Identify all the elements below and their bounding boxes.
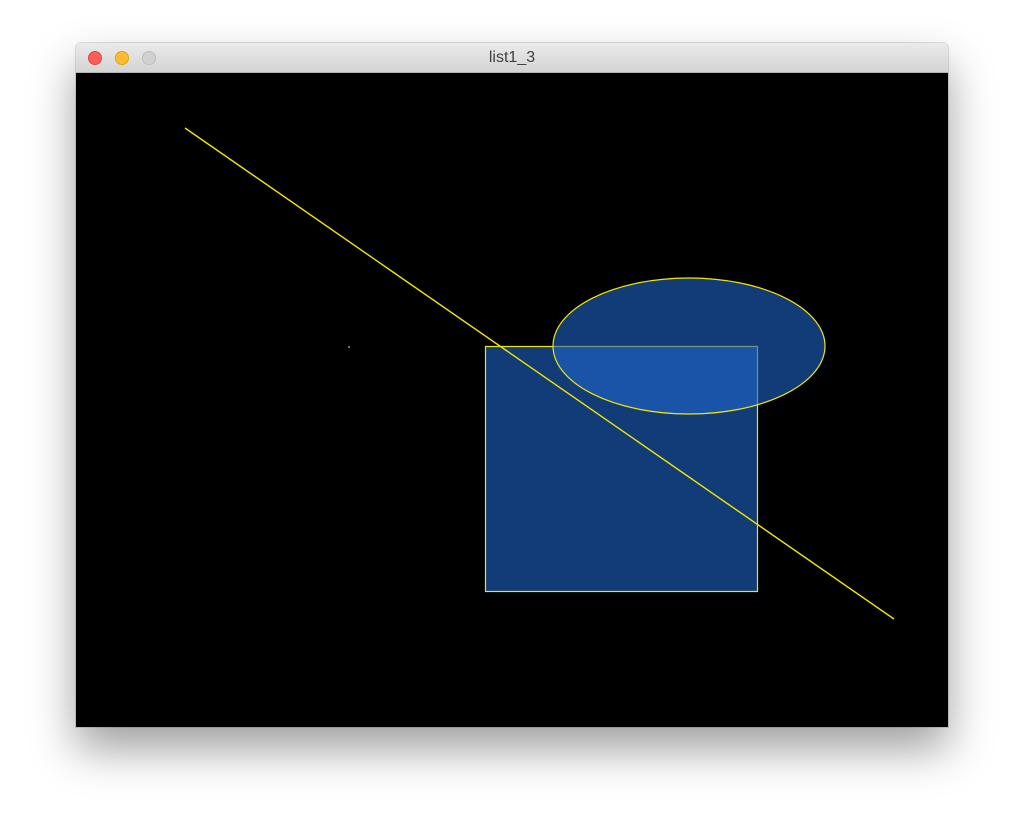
window-title: list1_3 xyxy=(488,49,536,66)
title-bar[interactable]: list1_3 xyxy=(76,43,948,73)
shape-ellipse xyxy=(552,277,826,415)
drawing-canvas[interactable] xyxy=(76,73,948,727)
drawing-surface xyxy=(184,127,895,620)
canvas-dot xyxy=(348,346,350,348)
app-window: list1_3 xyxy=(76,43,948,727)
